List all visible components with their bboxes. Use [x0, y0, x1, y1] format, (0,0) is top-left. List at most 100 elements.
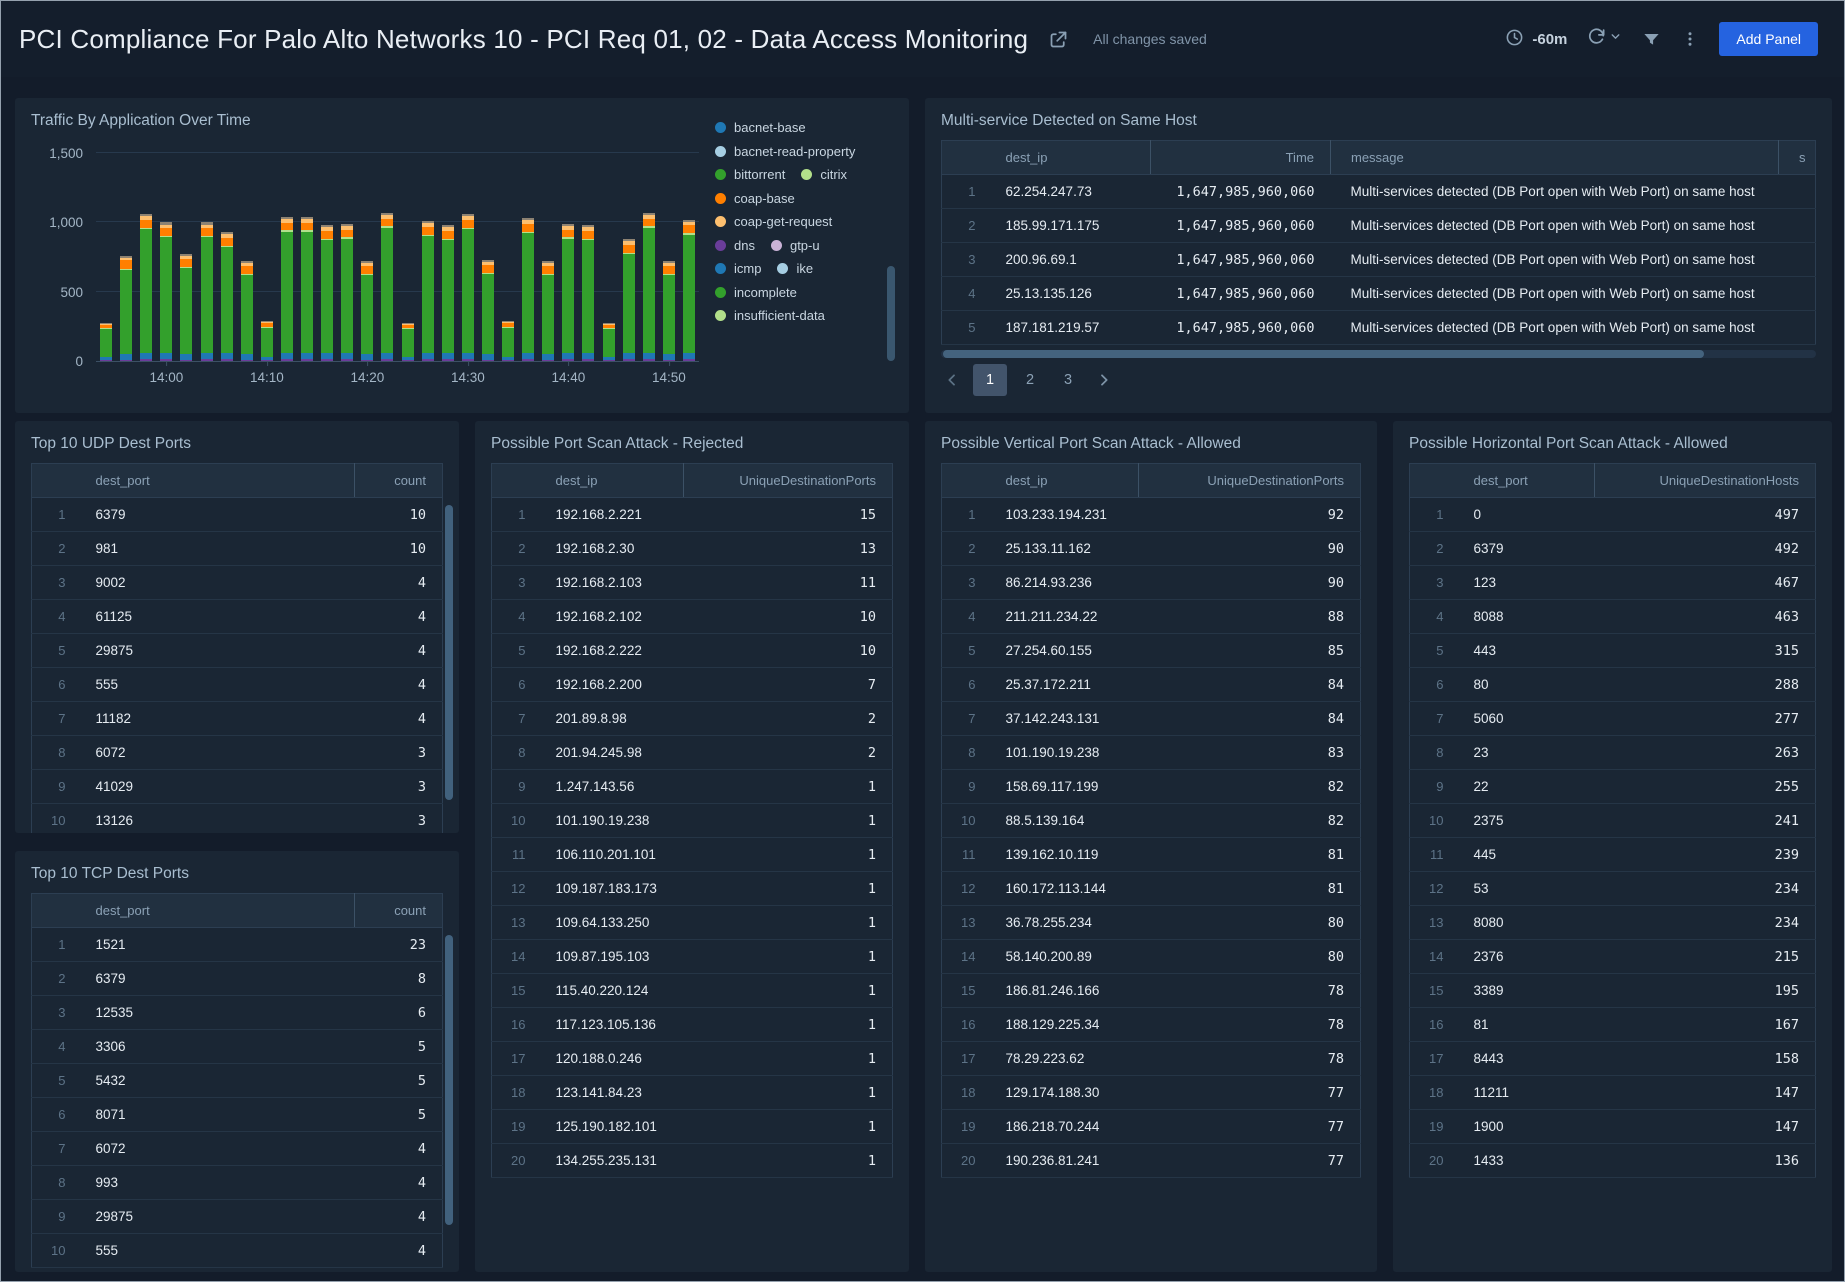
table-row[interactable]: 10131263	[32, 804, 443, 834]
table-row[interactable]: 18129.174.188.3077	[942, 1076, 1361, 1110]
table-row[interactable]: 4611254	[32, 600, 443, 634]
chart-bar[interactable]	[321, 225, 333, 361]
chart-bar[interactable]	[261, 321, 273, 361]
table-row[interactable]: 263798	[32, 962, 443, 996]
table-row[interactable]: 65554	[32, 668, 443, 702]
legend-item[interactable]: insufficient-data	[715, 308, 825, 323]
table-row[interactable]: 10497	[1410, 498, 1816, 532]
chart-bar[interactable]	[100, 323, 112, 361]
table-row[interactable]: 11106.110.201.1011	[492, 838, 893, 872]
table-row[interactable]: 5187.181.219.571,647,985,960,060Multi-se…	[942, 311, 1816, 345]
table-row[interactable]: 760724	[32, 1132, 443, 1166]
table-row[interactable]: 178443158	[1410, 1042, 1816, 1076]
table-row[interactable]: 823263	[1410, 736, 1816, 770]
chart-bar[interactable]	[241, 261, 253, 361]
table-row[interactable]: 4211.211.234.2288	[942, 600, 1361, 634]
table-row[interactable]: 11445239	[1410, 838, 1816, 872]
table-row[interactable]: 5443315	[1410, 634, 1816, 668]
legend-item[interactable]: bacnet-base	[715, 120, 806, 135]
table-row[interactable]: 922255	[1410, 770, 1816, 804]
chart-bar[interactable]	[623, 239, 635, 361]
table-row[interactable]: 91.247.143.561	[492, 770, 893, 804]
table-row[interactable]: 15115.40.220.1241	[492, 974, 893, 1008]
chart-bar[interactable]	[603, 323, 615, 361]
chart-bar[interactable]	[160, 222, 172, 361]
page-button-2[interactable]: 2	[1015, 364, 1045, 396]
table-row[interactable]: 11139.162.10.11981	[942, 838, 1361, 872]
v-scrollbar-thumb[interactable]	[445, 505, 453, 800]
table-row[interactable]: 138080234	[1410, 906, 1816, 940]
table-row[interactable]: 433065	[32, 1030, 443, 1064]
table-row[interactable]: 298110	[32, 532, 443, 566]
table-row[interactable]: 16188.129.225.3478	[942, 1008, 1361, 1042]
table-row[interactable]: 5298754	[32, 634, 443, 668]
table-row[interactable]: 225.133.11.16290	[942, 532, 1361, 566]
table-row[interactable]: 89934	[32, 1166, 443, 1200]
chart-bar[interactable]	[422, 221, 434, 361]
table-row[interactable]: 386.214.93.23690	[942, 566, 1361, 600]
legend-item[interactable]: dns	[715, 238, 755, 253]
legend-item[interactable]: coap-base	[715, 191, 795, 206]
table-row[interactable]: 102375241	[1410, 804, 1816, 838]
table-row[interactable]: 19186.218.70.24477	[942, 1110, 1361, 1144]
table-row[interactable]: 10101.190.19.2381	[492, 804, 893, 838]
table-row[interactable]: 19125.190.182.1011	[492, 1110, 893, 1144]
table-row[interactable]: 425.13.135.1261,647,985,960,060Multi-ser…	[942, 277, 1816, 311]
prev-page-icon[interactable]	[939, 365, 965, 395]
table-row[interactable]: 5192.168.2.22210	[492, 634, 893, 668]
table-row[interactable]: 3125356	[32, 996, 443, 1030]
table-row[interactable]: 390024	[32, 566, 443, 600]
h-scrollbar-thumb[interactable]	[943, 350, 1704, 358]
page-button-3[interactable]: 3	[1053, 364, 1083, 396]
legend-item[interactable]: bacnet-read-property	[715, 144, 855, 159]
table-row[interactable]: 1637910	[32, 498, 443, 532]
add-panel-button[interactable]: Add Panel	[1719, 22, 1818, 56]
table-row[interactable]: 2185.99.171.1751,647,985,960,060Multi-se…	[942, 209, 1816, 243]
table-row[interactable]: 9410293	[32, 770, 443, 804]
chart-bar[interactable]	[361, 261, 373, 361]
table-row[interactable]: 26379492	[1410, 532, 1816, 566]
table-row[interactable]: 9298754	[32, 1200, 443, 1234]
table-row[interactable]: 7201.89.8.982	[492, 702, 893, 736]
table-row[interactable]: 1778.29.223.6278	[942, 1042, 1361, 1076]
table-row[interactable]: 162.254.247.731,647,985,960,060Multi-ser…	[942, 175, 1816, 209]
chart-bar[interactable]	[663, 261, 675, 361]
next-page-icon[interactable]	[1091, 365, 1117, 395]
table-row[interactable]: 153389195	[1410, 974, 1816, 1008]
table-row[interactable]: 527.254.60.15585	[942, 634, 1361, 668]
table-row[interactable]: 1088.5.139.16482	[942, 804, 1361, 838]
table-row[interactable]: 1253234	[1410, 872, 1816, 906]
v-scrollbar-thumb[interactable]	[445, 935, 453, 1225]
table-row[interactable]: 3192.168.2.10311	[492, 566, 893, 600]
chart-bar[interactable]	[522, 218, 534, 361]
table-row[interactable]: 1103.233.194.23192	[942, 498, 1361, 532]
table-row[interactable]: 16117.123.105.1361	[492, 1008, 893, 1042]
table-row[interactable]: 18123.141.84.231	[492, 1076, 893, 1110]
table-row[interactable]: 1192.168.2.22115	[492, 498, 893, 532]
legend-scrollbar[interactable]	[887, 266, 895, 361]
table-row[interactable]: 4192.168.2.10210	[492, 600, 893, 634]
chart-bar[interactable]	[482, 260, 494, 361]
table-row[interactable]: 105554	[32, 1234, 443, 1268]
chart-bar[interactable]	[301, 217, 313, 361]
legend-item[interactable]: bittorrent	[715, 167, 785, 182]
chart-bar[interactable]	[542, 261, 554, 361]
table-row[interactable]: 13109.64.133.2501	[492, 906, 893, 940]
table-row[interactable]: 8201.94.245.982	[492, 736, 893, 770]
table-row[interactable]: 15186.81.246.16678	[942, 974, 1361, 1008]
chart-bar[interactable]	[180, 254, 192, 361]
chart-bar[interactable]	[201, 222, 213, 361]
legend-item[interactable]: citrix	[801, 167, 847, 182]
chart-bar[interactable]	[462, 214, 474, 361]
chart-bar[interactable]	[683, 220, 695, 361]
table-row[interactable]: 1458.140.200.8980	[942, 940, 1361, 974]
chart-bar[interactable]	[341, 224, 353, 361]
page-button-1[interactable]: 1	[973, 364, 1007, 396]
chart-bar[interactable]	[281, 217, 293, 361]
chart-bar[interactable]	[381, 213, 393, 361]
chart-bar[interactable]	[442, 225, 454, 361]
chart-bar[interactable]	[562, 224, 574, 361]
table-row[interactable]: 625.37.172.21184	[942, 668, 1361, 702]
table-row[interactable]: 1681167	[1410, 1008, 1816, 1042]
table-row[interactable]: 9158.69.117.19982	[942, 770, 1361, 804]
